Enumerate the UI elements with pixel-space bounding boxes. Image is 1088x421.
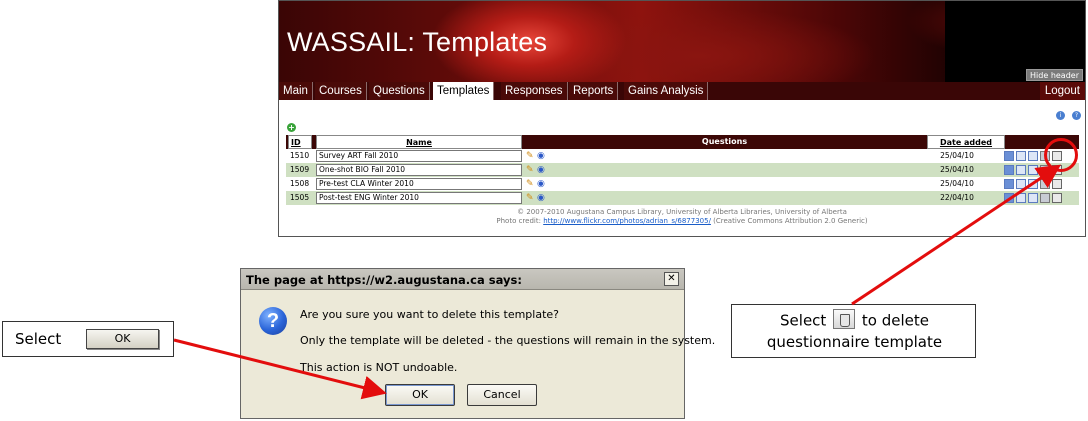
print-icon[interactable] (1040, 179, 1050, 189)
print-icon[interactable] (1040, 193, 1050, 203)
question-icon: ? (259, 307, 287, 335)
save-icon[interactable] (1004, 151, 1014, 161)
column-header-id[interactable]: ID (288, 135, 312, 149)
nav-tabs: Main Courses Questions Templates Respons… (279, 82, 1085, 100)
tab-courses[interactable]: Courses (315, 82, 367, 100)
dialog-message-line2: Only the template will be deleted - the … (300, 334, 716, 347)
row-name-field[interactable]: Post-test ENG Winter 2010 (316, 192, 522, 204)
tab-templates[interactable]: Templates (433, 82, 495, 100)
edit-pencil-icon[interactable]: ✎ (526, 152, 535, 161)
row-name-field[interactable]: Survey ART Fall 2010 (316, 150, 522, 162)
delete-icon[interactable] (1052, 193, 1062, 203)
row-actions (1004, 193, 1064, 204)
callout-ok-button-image: OK (86, 329, 159, 349)
dialog-message-line3: This action is NOT undoable. (300, 361, 458, 374)
tab-gains-analysis[interactable]: Gains Analysis (624, 82, 709, 100)
callout-select-label: Select (15, 330, 62, 348)
confirm-dialog: The page at https://w2.augustana.ca says… (240, 268, 715, 419)
callout-select-delete: Select to delete questionnaire template (731, 304, 976, 358)
copy-icon[interactable] (1016, 193, 1026, 203)
row-actions (1004, 179, 1064, 190)
tab-questions[interactable]: Questions (369, 82, 430, 100)
dialog-titlebar: The page at https://w2.augustana.ca says… (241, 269, 684, 290)
add-template-icon[interactable]: + (287, 123, 296, 132)
row-date: 22/04/10 (940, 193, 974, 202)
hide-header-button[interactable]: Hide header (1026, 69, 1083, 81)
webpage-screenshot: WASSAIL: Templates Hide header Main Cour… (278, 0, 1086, 237)
column-header-questions: Questions (701, 137, 748, 146)
cancel-button[interactable]: Cancel (467, 384, 537, 406)
callout-delete-text: to delete (861, 311, 929, 330)
tab-main[interactable]: Main (279, 82, 313, 100)
save-icon[interactable] (1004, 179, 1014, 189)
tab-responses[interactable]: Responses (501, 82, 568, 100)
edit-pencil-icon[interactable]: ✎ (526, 180, 535, 189)
table-header: ID Name Questions Date added (286, 135, 1079, 149)
edit-pencil-icon[interactable]: ✎ (526, 166, 535, 175)
help-icon[interactable]: ? (1072, 111, 1081, 120)
save-icon[interactable] (1004, 193, 1014, 203)
photo-credit-prefix: Photo credit: (496, 217, 544, 225)
callout-line1: Select to delete (732, 309, 977, 331)
edit-pencil-icon[interactable]: ✎ (526, 194, 535, 203)
dialog-message-line1: Are you sure you want to delete this tem… (300, 308, 560, 321)
info-icon[interactable]: i (1055, 111, 1065, 120)
export-icon[interactable] (1028, 165, 1038, 175)
view-eye-icon[interactable]: ◉ (537, 152, 546, 161)
view-eye-icon[interactable]: ◉ (537, 166, 546, 175)
page-title: WASSAIL: Templates (287, 27, 548, 57)
export-icon[interactable] (1028, 151, 1038, 161)
table-row: 1508 Pre-test CLA Winter 2010 ✎ ◉ 25/04/… (286, 177, 1079, 191)
column-header-date-added[interactable]: Date added (927, 135, 1005, 149)
ok-button[interactable]: OK (385, 384, 455, 406)
delete-icon[interactable] (1052, 179, 1062, 189)
row-id: 1505 (290, 193, 310, 202)
copy-icon[interactable] (1016, 179, 1026, 189)
view-eye-icon[interactable]: ◉ (537, 194, 546, 203)
delete-icon (833, 309, 856, 329)
highlight-circle (1044, 138, 1078, 172)
row-date: 25/04/10 (940, 151, 974, 160)
table-row: 1510 Survey ART Fall 2010 ✎ ◉ 25/04/10 (286, 149, 1079, 163)
photo-credit-link[interactable]: http://www.flickr.com/photos/adrian_s/68… (543, 217, 711, 225)
help-icons: i ? (1054, 102, 1081, 121)
tab-reports[interactable]: Reports (569, 82, 619, 100)
callout-select-text: Select (780, 311, 827, 330)
copy-icon[interactable] (1016, 151, 1026, 161)
column-header-name[interactable]: Name (316, 135, 522, 149)
export-icon[interactable] (1028, 179, 1038, 189)
page-footer: © 2007-2010 Augustana Campus Library, Un… (279, 208, 1085, 226)
header-banner: WASSAIL: Templates Hide header (279, 1, 1085, 82)
export-icon[interactable] (1028, 193, 1038, 203)
photo-credit-suffix: (Creative Commons Attribution 2.0 Generi… (710, 217, 868, 225)
row-name-field[interactable]: Pre-test CLA Winter 2010 (316, 178, 522, 190)
row-id: 1508 (290, 179, 310, 188)
row-name-field[interactable]: One-shot BIO Fall 2010 (316, 164, 522, 176)
view-eye-icon[interactable]: ◉ (537, 180, 546, 189)
save-icon[interactable] (1004, 165, 1014, 175)
callout-select-ok: Select OK (2, 321, 174, 357)
close-icon[interactable]: ✕ (664, 272, 679, 286)
copy-icon[interactable] (1016, 165, 1026, 175)
row-id: 1510 (290, 151, 310, 160)
row-id: 1509 (290, 165, 310, 174)
templates-table: ID Name Questions Date added 1510 Survey… (286, 135, 1079, 205)
photo-credit: Photo credit: http://www.flickr.com/phot… (279, 217, 1085, 226)
row-date: 25/04/10 (940, 179, 974, 188)
table-row: 1505 Post-test ENG Winter 2010 ✎ ◉ 22/04… (286, 191, 1079, 205)
logout-button[interactable]: Logout (1039, 82, 1085, 100)
row-date: 25/04/10 (940, 165, 974, 174)
table-row: 1509 One-shot BIO Fall 2010 ✎ ◉ 25/04/10 (286, 163, 1079, 177)
dialog-title: The page at https://w2.augustana.ca says… (246, 273, 522, 287)
copyright-text: © 2007-2010 Augustana Campus Library, Un… (517, 208, 847, 216)
callout-line2: questionnaire template (766, 333, 943, 351)
